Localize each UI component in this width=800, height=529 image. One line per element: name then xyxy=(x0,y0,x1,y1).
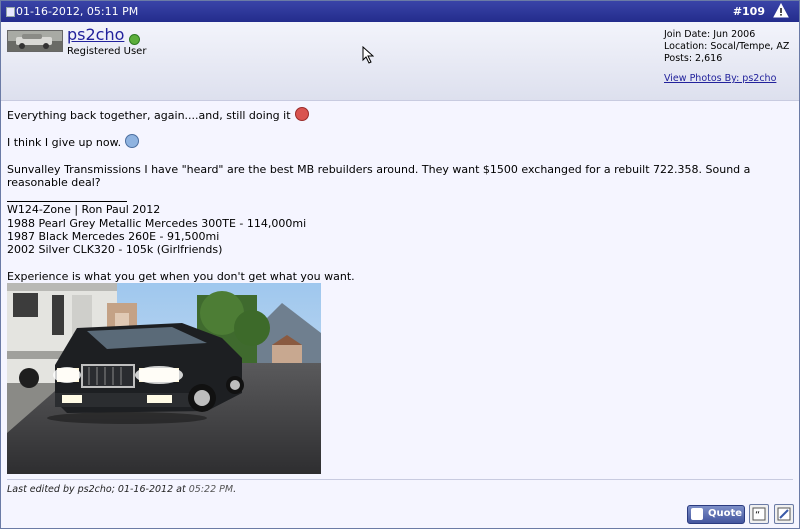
signature-car-photo xyxy=(7,283,321,474)
svg-text:“: “ xyxy=(755,510,760,521)
signature-line-2: 1988 Pearl Grey Metallic Mercedes 300TE … xyxy=(7,217,307,230)
last-edited-time: 05:22 PM xyxy=(188,484,234,495)
message-line-3: Sunvalley Transmissions I have "heard" a… xyxy=(7,163,751,176)
mouse-cursor-icon xyxy=(362,46,374,64)
avatar[interactable] xyxy=(7,30,63,52)
post-count: Posts: 2,616 xyxy=(664,53,723,64)
car-avatar-image xyxy=(8,31,62,51)
online-status-icon xyxy=(129,34,140,45)
signature-line-1: W124-Zone | Ron Paul 2012 xyxy=(7,203,161,216)
message-line-2: I think I give up now. xyxy=(7,136,122,149)
quick-reply-button[interactable] xyxy=(774,504,794,524)
quote-button[interactable]: Quote xyxy=(687,505,745,524)
view-photos-link[interactable]: View Photos By: ps2cho xyxy=(664,73,776,84)
mercedes-photo-image xyxy=(7,283,321,474)
post-icon xyxy=(6,7,15,17)
signature-divider xyxy=(7,201,127,202)
post-date: 01-16-2012, 05:11 PM xyxy=(16,5,139,18)
message-line-1: Everything back together, again....and, … xyxy=(7,109,291,122)
quote-label: Quote xyxy=(708,508,743,519)
quote-icon xyxy=(691,508,703,520)
user-title: Registered User xyxy=(67,46,147,57)
angry-smilie-icon xyxy=(294,107,309,121)
message-line-4: reasonable deal? xyxy=(7,176,101,189)
username-link[interactable]: ps2cho xyxy=(67,25,124,44)
footer-divider xyxy=(7,479,793,480)
multiquote-button[interactable]: “ xyxy=(749,504,769,524)
quick-reply-icon xyxy=(777,507,791,521)
sad-smilie-icon xyxy=(125,134,140,148)
user-details: Join Date: Jun 2006 Location: Socal/Temp… xyxy=(664,29,789,65)
multiquote-icon: “ xyxy=(752,507,766,521)
signature-line-3: 1987 Black Mercedes 260E - 91,500mi xyxy=(7,230,220,243)
location: Location: Socal/Tempe, AZ xyxy=(664,41,790,52)
post-number-link[interactable]: #109 xyxy=(733,5,765,18)
signature-line-4: 2002 Silver CLK320 - 105k (Girlfriends) xyxy=(7,243,223,256)
post-header-bar: 01-16-2012, 05:11 PM #109 xyxy=(1,1,799,22)
join-date: Join Date: Jun 2006 xyxy=(664,29,756,40)
last-edited-prefix: Last edited by ps2cho; 01-16-2012 at xyxy=(7,484,186,495)
last-edited-note: Last edited by ps2cho; 01-16-2012 at 05:… xyxy=(7,484,236,495)
warning-icon[interactable] xyxy=(773,3,789,19)
forum-post: 01-16-2012, 05:11 PM #109 ps2cho Registe… xyxy=(0,0,800,529)
last-edited-suffix: . xyxy=(233,484,237,495)
signature-quote: Experience is what you get when you don'… xyxy=(7,270,355,283)
